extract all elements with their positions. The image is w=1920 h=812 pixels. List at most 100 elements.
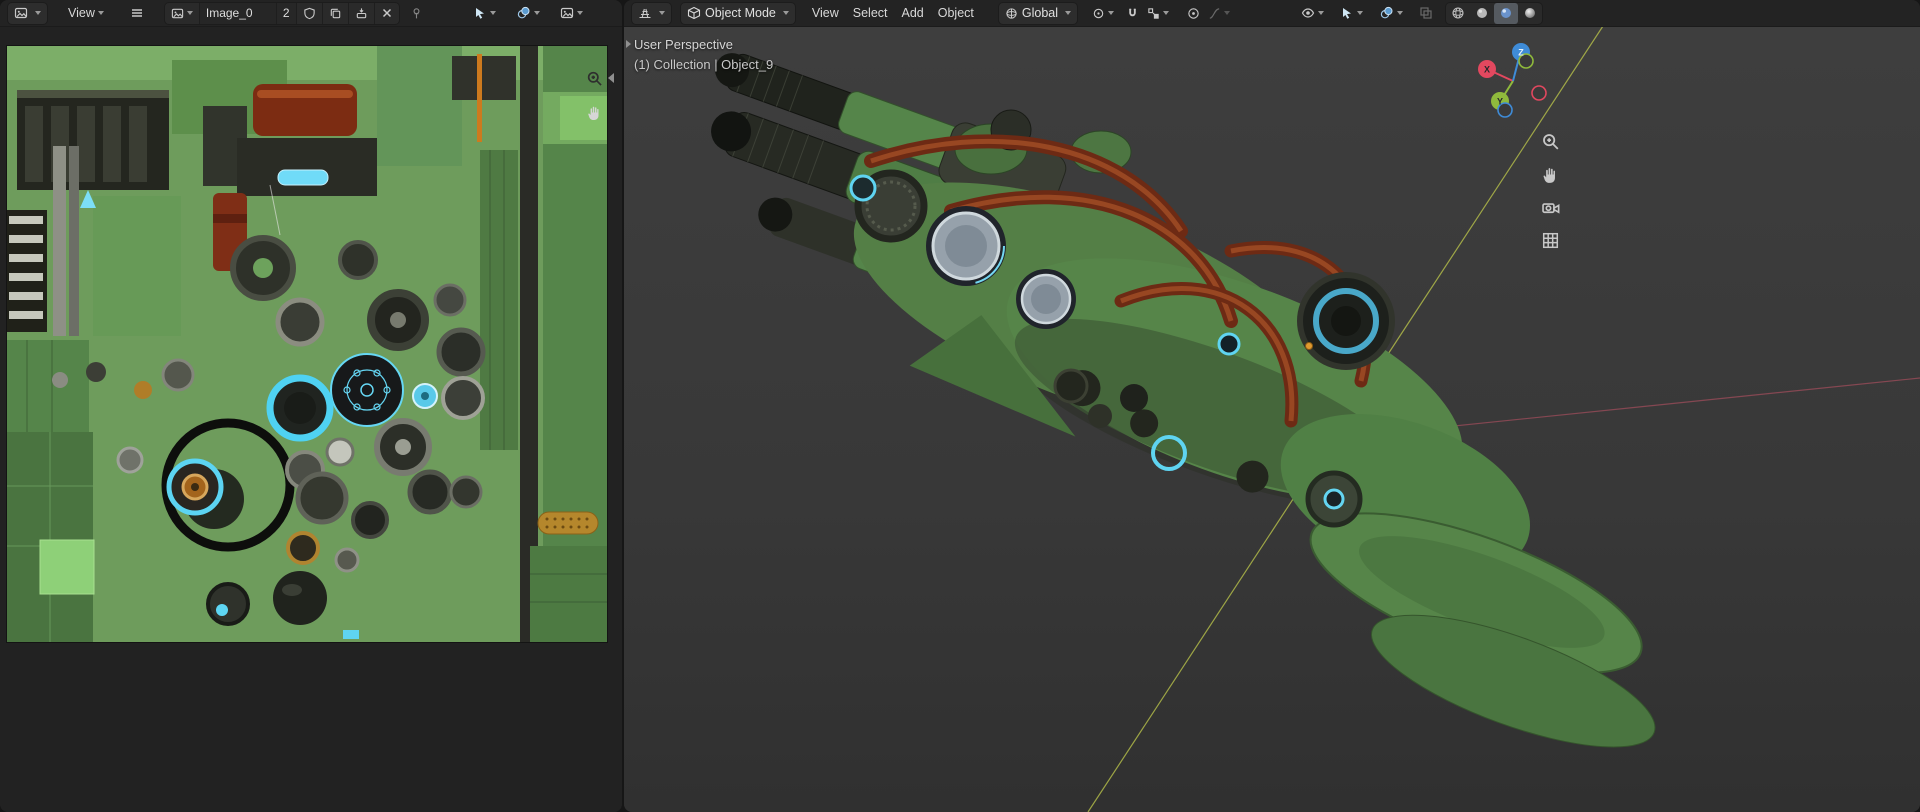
- cube-icon: [687, 6, 701, 20]
- users-count-button[interactable]: 2: [277, 3, 297, 24]
- gizmos-dropdown[interactable]: [470, 3, 499, 23]
- zoom-in-icon: [1541, 132, 1560, 151]
- proportional-falloff-dropdown[interactable]: [1205, 3, 1233, 23]
- pan-hand-icon: [1541, 165, 1560, 184]
- shading-wireframe-button[interactable]: [1446, 3, 1470, 24]
- gizmo-axis-x-neg: [1532, 86, 1546, 100]
- image-editor-header: View Image_0 2: [0, 0, 622, 27]
- chevron-down-icon: [534, 11, 540, 15]
- pin-icon: [410, 7, 423, 20]
- gizmo-arrow-icon: [473, 6, 487, 20]
- wireframe-sphere-icon: [1451, 6, 1465, 20]
- zoom-button[interactable]: [1541, 132, 1560, 151]
- fake-user-button[interactable]: [297, 3, 323, 24]
- pan-hand-button[interactable]: [586, 104, 603, 121]
- menu-add[interactable]: Add: [895, 3, 931, 23]
- snap-target-icon: [1147, 7, 1160, 20]
- xray-icon: [1419, 6, 1433, 20]
- editor-type-button[interactable]: [632, 3, 671, 24]
- menu-select[interactable]: Select: [846, 3, 895, 23]
- camera-view-icon: [1541, 198, 1560, 217]
- globe-icon: [1005, 7, 1018, 20]
- image-editor-canvas[interactable]: [0, 26, 622, 812]
- chevron-down-icon: [659, 11, 665, 15]
- xray-toggle-button[interactable]: [1416, 3, 1436, 23]
- shading-material-button[interactable]: [1494, 3, 1518, 24]
- chevron-down-icon: [98, 11, 104, 15]
- gizmos-dropdown[interactable]: [1337, 3, 1366, 23]
- shading-solid-button[interactable]: [1470, 3, 1494, 24]
- chevron-down-icon: [1224, 11, 1230, 15]
- proportional-edit-button[interactable]: [1184, 3, 1203, 23]
- svg-text:Y: Y: [1497, 97, 1503, 107]
- hamburger-icon: [130, 6, 144, 20]
- overlays-icon: [516, 6, 531, 20]
- viewport-header-right-cluster: [1298, 3, 1542, 24]
- camera-view-button[interactable]: [1541, 198, 1560, 217]
- duplicate-icon: [329, 7, 342, 20]
- menu-view[interactable]: View: [805, 3, 846, 23]
- mode-dropdown[interactable]: Object Mode: [681, 3, 795, 24]
- browse-image-button[interactable]: [165, 3, 200, 24]
- channels-dropdown[interactable]: [557, 3, 586, 23]
- ortho-grid-icon: [1541, 231, 1560, 250]
- new-image-button[interactable]: [323, 3, 349, 24]
- sidebar-expand-arrow[interactable]: [626, 40, 631, 48]
- editor-type-button[interactable]: [8, 3, 47, 24]
- view-perspective-label: User Perspective: [634, 37, 733, 52]
- hamburger-button[interactable]: [127, 3, 147, 23]
- pan-button[interactable]: [1541, 165, 1560, 184]
- overlays-dropdown[interactable]: [1376, 3, 1406, 23]
- gizmo-arrow-icon: [1340, 6, 1354, 20]
- chevron-down-icon: [1163, 11, 1169, 15]
- chevron-down-icon: [490, 11, 496, 15]
- material-sphere-icon: [1499, 6, 1513, 20]
- chevron-down-icon: [1318, 11, 1324, 15]
- shading-rendered-button[interactable]: [1518, 3, 1542, 24]
- browse-image-icon: [171, 7, 184, 20]
- svg-text:X: X: [1484, 65, 1490, 75]
- image-editor-panel: View Image_0 2: [0, 0, 622, 812]
- viewport-3d-panel: Object Mode View Select Add Object Globa…: [624, 0, 1920, 812]
- shield-icon: [303, 7, 316, 20]
- overlays-icon: [1379, 6, 1394, 20]
- solid-sphere-icon: [1475, 6, 1489, 20]
- navigation-gizmo[interactable]: X Y Z: [1469, 37, 1559, 127]
- snap-settings-dropdown[interactable]: [1144, 3, 1172, 23]
- chevron-down-icon: [1065, 11, 1071, 15]
- image-name-field[interactable]: Image_0: [200, 3, 277, 24]
- image-editor-icon: [14, 6, 28, 20]
- active-object-label: (1) Collection | Object_9: [634, 57, 773, 72]
- chevron-down-icon: [1108, 11, 1114, 15]
- zoom-in-button[interactable]: [586, 70, 603, 87]
- menu-object[interactable]: Object: [931, 3, 981, 23]
- magnet-icon: [1126, 7, 1139, 20]
- overlays-dropdown[interactable]: [513, 3, 543, 23]
- chevron-down-icon: [187, 11, 193, 15]
- object-visibility-dropdown[interactable]: [1298, 3, 1327, 23]
- proportional-icon: [1187, 7, 1200, 20]
- orientation-dropdown[interactable]: Global: [999, 3, 1077, 24]
- sidebar-collapse-arrow[interactable]: [608, 73, 614, 83]
- zoom-in-icon: [586, 70, 603, 87]
- falloff-icon: [1208, 7, 1221, 20]
- origin-point: [1306, 343, 1313, 350]
- visibility-icon: [1301, 6, 1315, 20]
- uv-texture-image: [7, 46, 607, 642]
- viewport-canvas[interactable]: User Perspective (1) Collection | Object…: [624, 26, 1920, 812]
- chevron-down-icon: [783, 11, 789, 15]
- pack-image-button[interactable]: [349, 3, 375, 24]
- chevron-down-icon: [1397, 11, 1403, 15]
- unlink-image-button[interactable]: [375, 3, 399, 24]
- blender-window: View Image_0 2: [0, 0, 1920, 812]
- viewport-editor-icon: [638, 6, 652, 20]
- pack-icon: [355, 7, 368, 20]
- pin-button[interactable]: [407, 3, 426, 23]
- snap-toggle-button[interactable]: [1123, 3, 1142, 23]
- ortho-toggle-button[interactable]: [1541, 231, 1560, 250]
- image-datablock-row: Image_0 2: [165, 3, 399, 24]
- shading-mode-group: [1446, 3, 1542, 24]
- pivot-point-dropdown[interactable]: [1089, 3, 1117, 23]
- menu-view[interactable]: View: [61, 3, 111, 23]
- pan-hand-icon: [586, 104, 603, 121]
